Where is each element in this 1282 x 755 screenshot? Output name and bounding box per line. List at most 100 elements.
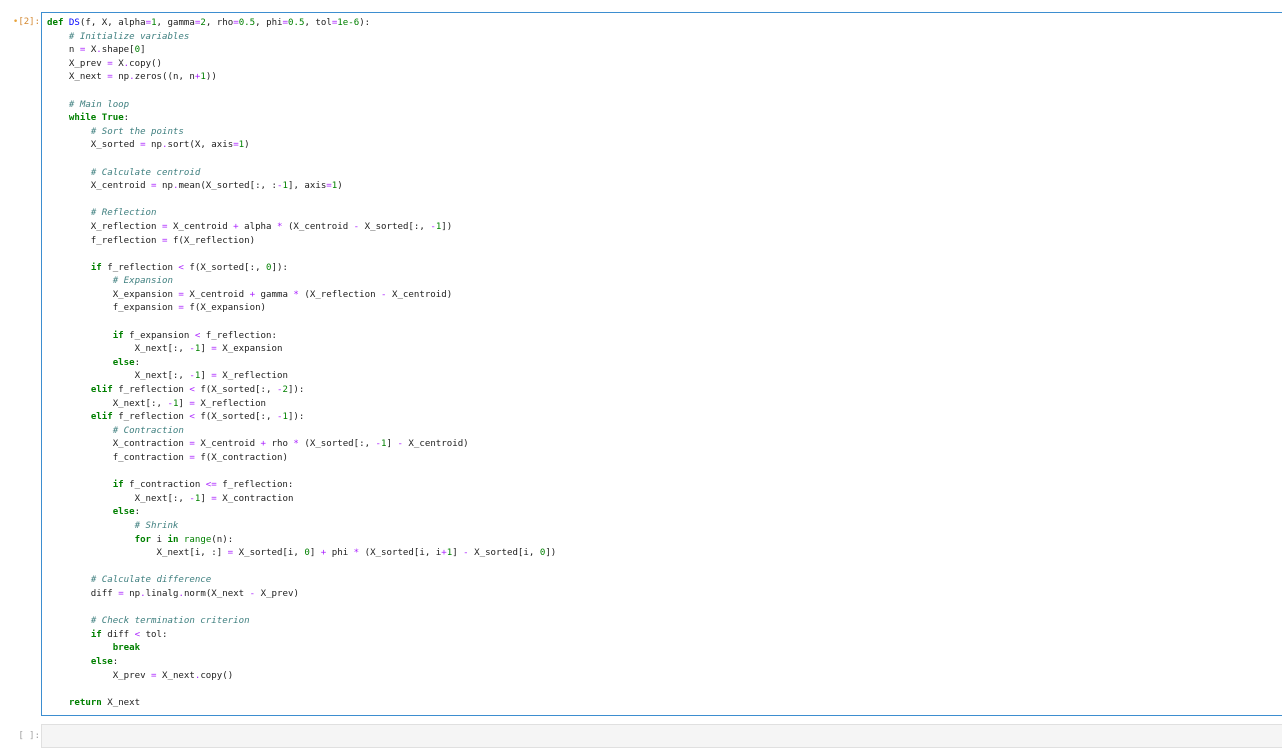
code-token: diff: [47, 588, 119, 599]
code-token: else: [112, 507, 135, 518]
code-token: , tol: [304, 18, 332, 28]
code-token: # Calculate difference: [90, 575, 212, 586]
code-line: if f_expansion < f_reflection:: [47, 330, 556, 344]
code-token: (X_sorted[:,: [298, 439, 376, 450]
code-line: X_reflection = X_centroid + alpha * (X_c…: [47, 221, 556, 235]
code-line: if f_contraction <= f_reflection:: [47, 479, 556, 493]
code-token: , gamma: [156, 18, 195, 28]
code-token: rho: [266, 439, 294, 450]
code-line: # Reflection: [47, 207, 556, 221]
code-cell-active[interactable]: •[2]: def DS(f, X, alpha=1, gamma=2, rho…: [0, 12, 1282, 716]
code-token: X_contraction: [47, 439, 190, 450]
code-token: def: [47, 18, 64, 28]
code-line: X_next[:, -1] = X_reflection: [47, 398, 556, 412]
code-token: X_next[:,: [47, 371, 190, 382]
code-token: f_expansion: [123, 330, 195, 341]
code-token: diff: [101, 629, 135, 640]
code-line: X_contraction = X_centroid + rho * (X_so…: [47, 438, 556, 452]
code-token: np: [156, 181, 173, 192]
code-line: return X_next: [47, 697, 556, 711]
code-token: X_contraction: [216, 493, 294, 504]
code-line: else:: [47, 357, 556, 371]
code-cell-empty[interactable]: [ ]:: [0, 724, 1282, 748]
code-token: X_next[:,: [47, 493, 190, 504]
code-token: X_expansion: [216, 344, 283, 355]
code-line: else:: [47, 656, 556, 670]
code-content[interactable]: def DS(f, X, alpha=1, gamma=2, rho=0.5, …: [47, 17, 556, 710]
code-editor[interactable]: def DS(f, X, alpha=1, gamma=2, rho=0.5, …: [41, 12, 1282, 716]
code-token: phi: [326, 548, 354, 559]
code-token: elif: [90, 412, 113, 423]
code-token: # Main loop: [68, 99, 130, 110]
code-token: zeros((n, n: [134, 72, 195, 83]
code-token: # Reflection: [90, 208, 157, 219]
code-token: X_centroid: [183, 289, 250, 300]
code-token: X_centroid: [47, 181, 152, 192]
code-token: tol:: [140, 629, 168, 640]
code-line: # Contraction: [47, 425, 556, 439]
code-token: X_reflection: [47, 221, 162, 232]
code-token: X_centroid: [167, 221, 234, 232]
code-token: f_reflection:: [200, 330, 277, 341]
code-line: # Sort the points: [47, 126, 556, 140]
code-token: ):: [359, 18, 371, 28]
code-editor-empty[interactable]: [41, 724, 1282, 748]
code-token: (X_sorted[i, i: [359, 548, 442, 559]
code-token: # Contraction: [112, 425, 184, 436]
code-token: gamma: [255, 289, 294, 300]
code-token: ]):: [271, 262, 288, 273]
code-line: X_expansion = X_centroid + gamma * (X_re…: [47, 289, 556, 303]
code-token: shape[: [101, 45, 135, 56]
execution-count-empty: [ ]:: [18, 731, 40, 741]
code-token: ]: [309, 548, 321, 559]
code-token: f_expansion: [47, 303, 179, 314]
code-token: ]): [545, 548, 557, 559]
code-token: for: [134, 534, 152, 545]
code-token: :: [123, 113, 130, 124]
code-line: def DS(f, X, alpha=1, gamma=2, rho=0.5, …: [47, 17, 556, 31]
code-line: if f_reflection < f(X_sorted[:, 0]):: [47, 262, 556, 276]
code-token: ]: [200, 493, 212, 504]
code-line: X_next[i, :] = X_sorted[i, 0] + phi * (X…: [47, 547, 556, 561]
execution-count: [2]:: [18, 17, 40, 27]
code-token: ], axis: [287, 181, 327, 192]
code-token: f(X_contraction): [194, 453, 288, 463]
code-token: f_contraction: [123, 480, 206, 491]
code-token: elif: [90, 385, 113, 396]
code-line: X_next[:, -1] = X_contraction: [47, 493, 556, 507]
code-token: f_reflection: [112, 412, 190, 423]
code-line: for i in range(n):: [47, 534, 556, 548]
code-token: X_next: [101, 697, 141, 708]
code-token: f(X_sorted[:,: [194, 412, 277, 423]
code-token: i: [151, 534, 168, 545]
code-token: :: [134, 507, 141, 518]
code-line: f_expansion = f(X_expansion): [47, 302, 556, 316]
code-line: elif f_reflection < f(X_sorted[:, -1]):: [47, 411, 556, 425]
code-token: X: [112, 58, 124, 69]
code-token: ]: [452, 548, 464, 559]
code-token: , phi: [255, 18, 283, 28]
code-token: if: [112, 330, 124, 341]
code-line: elif f_reflection < f(X_sorted[:, -2]):: [47, 384, 556, 398]
code-token: 1e-6: [337, 18, 360, 28]
code-token: while: [68, 113, 97, 124]
code-token: f(X_sorted[:,: [194, 385, 277, 396]
code-token: ]: [200, 344, 212, 355]
code-token: ]: [178, 398, 190, 409]
code-token: # Expansion: [112, 276, 173, 287]
code-token: X_centroid): [386, 289, 453, 300]
code-line: X_sorted = np.sort(X, axis=1): [47, 139, 556, 153]
